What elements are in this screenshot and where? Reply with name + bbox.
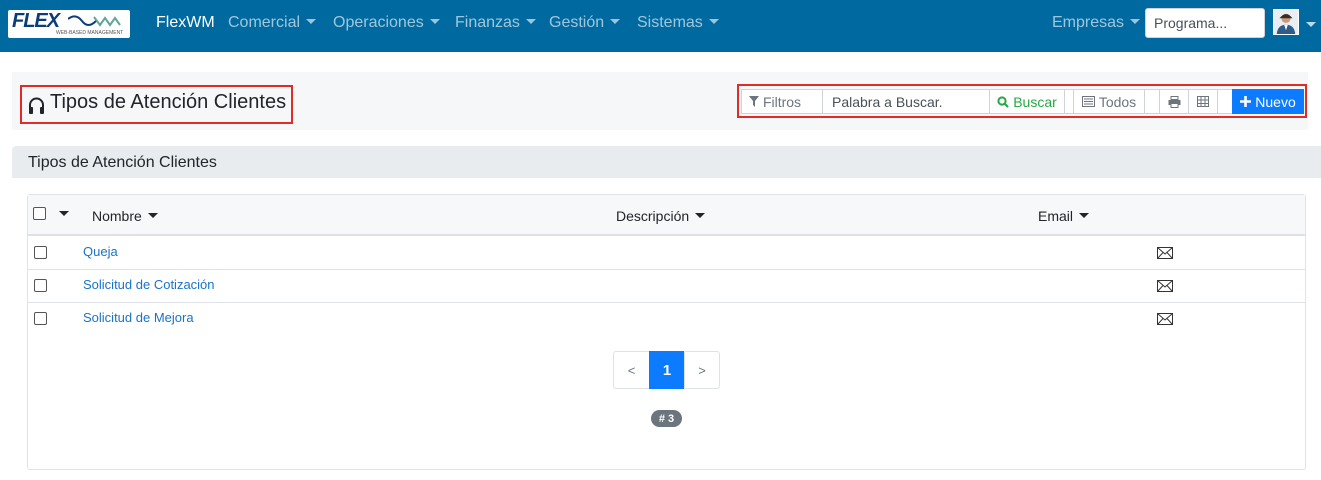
- chevron-down-icon: [1306, 22, 1316, 27]
- logo-wave-icon: [68, 15, 121, 27]
- filters-button[interactable]: Filtros: [741, 89, 809, 114]
- toolbar-spacer: [1144, 89, 1160, 114]
- filter-icon: [748, 96, 759, 107]
- menu-empresas[interactable]: Empresas: [1052, 14, 1141, 32]
- chevron-down-icon: [610, 19, 621, 24]
- page-title: Tipos de Atención Clientes: [50, 91, 287, 113]
- record-count-badge: # 3: [651, 410, 682, 427]
- chevron-down-icon: [429, 19, 440, 24]
- grid-icon: [1197, 96, 1209, 107]
- row-name-link[interactable]: Queja: [83, 244, 118, 259]
- program-search-input[interactable]: [1145, 8, 1265, 38]
- bulk-actions-dropdown[interactable]: [59, 206, 69, 224]
- column-label: Nombre: [92, 208, 142, 224]
- chevron-down-icon: [306, 19, 317, 24]
- row-divider: [28, 269, 1305, 270]
- logo-wordmark: FLEX: [12, 10, 60, 32]
- menu-finanzas[interactable]: Finanzas: [455, 14, 536, 32]
- row-name-link[interactable]: Solicitud de Cotización: [83, 277, 215, 292]
- user-avatar-icon: [1276, 13, 1296, 34]
- keyword-search-input[interactable]: [822, 89, 990, 114]
- pagination-next[interactable]: >: [684, 351, 720, 389]
- column-label: Email: [1038, 208, 1074, 224]
- column-header-nombre[interactable]: Nombre: [92, 208, 158, 224]
- toolbar-spacer: [1217, 89, 1233, 114]
- menu-label: Comercial: [228, 14, 301, 31]
- print-icon: [1168, 95, 1180, 108]
- all-label: Todos: [1098, 93, 1137, 110]
- row-divider: [28, 302, 1305, 303]
- menu-sistemas[interactable]: Sistemas: [637, 14, 719, 32]
- section-title: Tipos de Atención Clientes: [28, 154, 217, 171]
- row-name-link[interactable]: Solicitud de Mejora: [83, 310, 194, 325]
- pagination-current-page[interactable]: 1: [649, 351, 685, 389]
- all-button[interactable]: Todos: [1073, 89, 1145, 114]
- search-icon: [997, 95, 1009, 108]
- menu-label: Operaciones: [333, 14, 424, 31]
- sort-caret-icon: [147, 213, 158, 218]
- headphones-icon: [29, 97, 44, 114]
- menu-label: Empresas: [1052, 14, 1125, 31]
- menu-label: Finanzas: [455, 14, 520, 31]
- chevron-down-icon: [525, 19, 536, 24]
- sort-caret-icon: [1079, 213, 1090, 218]
- new-label: Nuevo: [1255, 93, 1296, 110]
- chevron-down-icon: [1130, 19, 1141, 24]
- row-checkbox[interactable]: [34, 312, 47, 325]
- new-button[interactable]: Nuevo: [1232, 89, 1304, 114]
- chevron-down-icon: [708, 19, 719, 24]
- column-header-descripcion[interactable]: Descripción: [616, 208, 706, 224]
- brand-link[interactable]: FlexWM: [156, 14, 215, 32]
- plus-icon: [1240, 96, 1252, 107]
- envelope-icon[interactable]: [1157, 247, 1173, 259]
- search-label: Buscar: [1013, 93, 1057, 110]
- toolbar-spacer: [808, 89, 823, 114]
- pagination-prev[interactable]: <: [613, 351, 650, 389]
- print-button[interactable]: [1159, 89, 1189, 114]
- menu-gestion[interactable]: Gestión: [549, 14, 621, 32]
- menu-label: Gestión: [549, 14, 605, 31]
- list-icon: [1081, 96, 1095, 107]
- column-header-email[interactable]: Email: [1038, 208, 1090, 224]
- row-checkbox[interactable]: [34, 246, 47, 259]
- sort-caret-icon: [695, 213, 706, 218]
- flexwm-logo[interactable]: FLEX WEB-BASED MANAGEMENT: [8, 10, 130, 38]
- avatar-chevron-down-icon[interactable]: [1306, 17, 1316, 35]
- row-checkbox[interactable]: [34, 279, 47, 292]
- column-label: Descripción: [616, 208, 690, 224]
- search-button[interactable]: Buscar: [989, 89, 1065, 114]
- grid-view-button[interactable]: [1188, 89, 1218, 114]
- chevron-down-icon: [59, 211, 69, 216]
- user-avatar[interactable]: [1273, 9, 1299, 35]
- menu-comercial[interactable]: Comercial: [228, 14, 317, 32]
- envelope-icon[interactable]: [1157, 313, 1173, 325]
- logo-tagline: WEB-BASED MANAGEMENT: [56, 30, 124, 36]
- filters-label: Filtros: [762, 93, 802, 110]
- envelope-icon[interactable]: [1157, 280, 1173, 292]
- select-all-checkbox[interactable]: [33, 207, 46, 220]
- menu-label: Sistemas: [637, 14, 703, 31]
- menu-operaciones[interactable]: Operaciones: [333, 14, 440, 32]
